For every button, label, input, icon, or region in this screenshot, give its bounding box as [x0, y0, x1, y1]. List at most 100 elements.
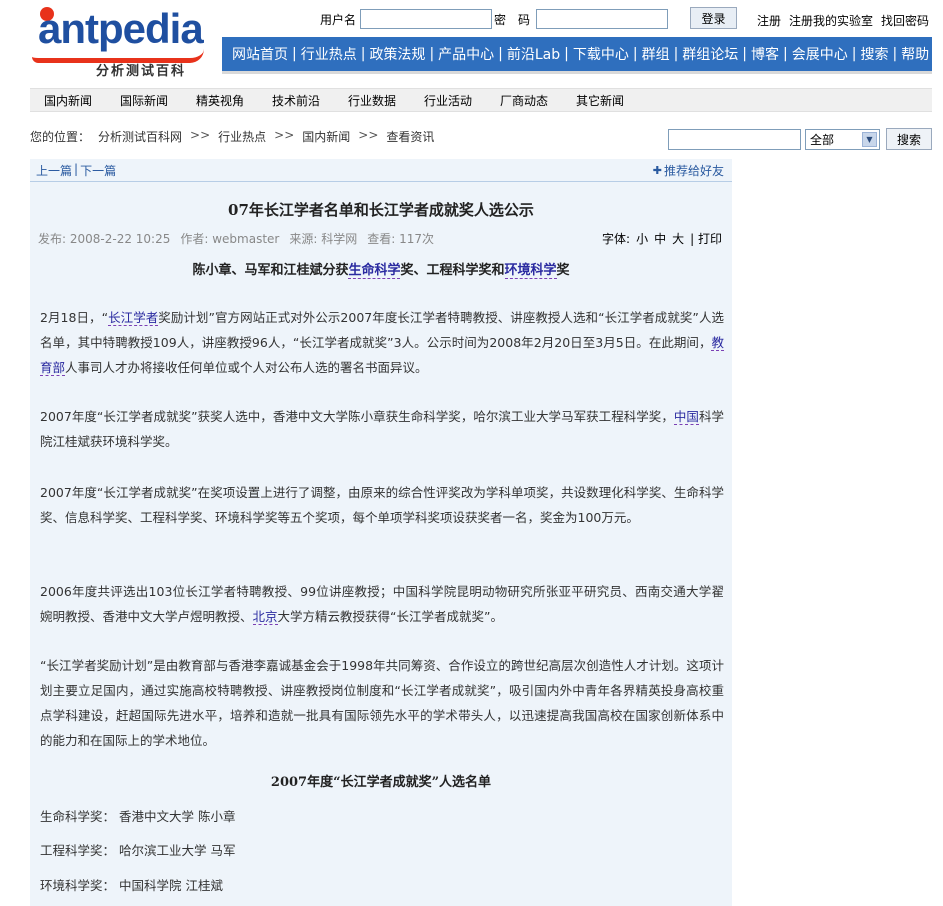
subnav-international-news[interactable]: 国际新闻 [120, 92, 196, 109]
article-title: 07年长江学者名单和长江学者成就奖人选公示 [228, 201, 534, 219]
keyword-link[interactable]: 北京 [252, 609, 278, 625]
search-bar: 全部 ▼ 搜索 [668, 128, 932, 150]
breadcrumb-item-industry[interactable]: 行业热点 [218, 128, 266, 145]
article-lead: 陈小章、马军和江桂斌分获生命科学奖、工程科学奖和环境科学奖 [30, 259, 732, 279]
main-nav: 网站首页 | 行业热点 | 政策法规 | 产品中心 | 前沿Lab | 下载中心 | 群组 |… [222, 37, 932, 74]
lead-text: 奖、工程科学奖和 [400, 263, 505, 278]
subnav-elite-view[interactable]: 精英视角 [196, 92, 272, 109]
antpedia-logo[interactable]: antpedia 分析测试百科 [30, 3, 210, 79]
article-nav-separator: | [74, 161, 79, 176]
chevron-down-icon: ▼ [862, 131, 877, 147]
nav-blog[interactable]: 博客 [751, 44, 779, 64]
top-links: 注册 注册我的实验室 找回密码 [757, 12, 929, 29]
winner-list-item: 工程科学奖： 哈尔滨工业大学 马军 [40, 843, 236, 858]
breadcrumb-separator: >> [358, 128, 379, 142]
sub-nav: 国内新闻 国际新闻 精英视角 技术前沿 行业数据 行业活动 厂商动态 其它新闻 [30, 88, 932, 112]
password-input[interactable] [536, 9, 669, 29]
keyword-link[interactable]: 环境科学 [504, 263, 557, 279]
keyword-link[interactable]: 生命科学 [348, 263, 401, 279]
subnav-tech-frontier[interactable]: 技术前沿 [272, 92, 348, 109]
font-large-button[interactable]: 大 [672, 230, 684, 247]
subnav-other-news[interactable]: 其它新闻 [576, 92, 652, 109]
nav-help[interactable]: 帮助 [901, 44, 929, 64]
article-paragraph: 2007年度“长江学者成就奖”在奖项设置上进行了调整，由原来的综合性评奖改为学科… [40, 485, 724, 525]
article-paragraph: 2006年度共评选出103位长江学者特聘教授、99位讲座教授；中国科学院昆明动物… [40, 579, 724, 629]
keyword-link[interactable]: 中国 [673, 409, 699, 425]
paragraph-text: 2月18日，“ [40, 310, 109, 325]
publish-date: 发布: 2008-2-22 10:25 [38, 232, 171, 246]
register-lab-link[interactable]: 注册我的实验室 [789, 12, 873, 29]
nav-industry-hot[interactable]: 行业热点 [301, 44, 357, 64]
subnav-vendor-news[interactable]: 厂商动态 [500, 92, 576, 109]
nav-separator: | [892, 46, 898, 62]
breadcrumb-item-home[interactable]: 分析测试百科网 [98, 128, 182, 145]
nav-separator: | [564, 46, 569, 62]
nav-separator: | [498, 46, 503, 62]
lead-text: 陈小章、马军和江桂斌分获 [192, 263, 349, 278]
nav-separator: | [360, 46, 366, 62]
font-controls: 字体: 小 中 大 | 打印 [602, 230, 722, 247]
next-article-link[interactable]: 下一篇 [80, 162, 116, 179]
source: 来源: 科学网 [289, 232, 358, 246]
breadcrumb-item-domestic[interactable]: 国内新闻 [302, 128, 350, 145]
search-category-value: 全部 [810, 132, 835, 147]
prev-article-link[interactable]: 上一篇 [36, 162, 72, 179]
breadcrumb: 您的位置： 分析测试百科网 >> 行业热点 >> 国内新闻 >> 查看资讯 [30, 128, 434, 145]
subnav-industry-events[interactable]: 行业活动 [424, 92, 500, 109]
breadcrumb-prefix: 您的位置： [30, 130, 91, 144]
search-button[interactable]: 搜索 [886, 128, 932, 150]
keyword-link[interactable]: 长江学者 [108, 310, 159, 326]
font-small-button[interactable]: 小 [636, 230, 648, 247]
password-label: 密 码 [494, 12, 531, 27]
login-form: 用户名 密 码 [320, 8, 669, 30]
nav-separator: | [429, 46, 435, 62]
register-link[interactable]: 注册 [757, 12, 781, 29]
nav-policy[interactable]: 政策法规 [369, 44, 425, 64]
article-paragraph: “长江学者奖励计划”是由教育部与香港李嘉诚基金会于1998年共同筹资、合作设立的… [40, 658, 724, 748]
search-category-select[interactable]: 全部 ▼ [805, 128, 880, 150]
article-nav-bar: 上一篇 | 下一篇 ✚ 推荐给好友 [30, 159, 732, 182]
nav-separator: | [673, 46, 679, 62]
article-meta: 发布: 2008-2-22 10:25 作者: webmaster 来源: 科学… [38, 230, 434, 247]
winner-list-item: 环境科学奖： 中国科学院 江桂斌 [40, 878, 223, 893]
paragraph-text: 大学方精云教授获得“长江学者成就奖”。 [277, 609, 503, 624]
nav-separator: | [632, 46, 638, 62]
article-paragraph: 2月18日，“长江学者奖励计划”官方网站正式对外公示2007年度长江学者特聘教授… [40, 305, 724, 380]
paragraph-text: 人事司人才办将接收任何单位或个人对公布人选的署名书面异议。 [65, 360, 428, 375]
font-size-label: 字体: [602, 232, 631, 246]
nav-downloads[interactable]: 下载中心 [573, 44, 629, 64]
subnav-domestic-news[interactable]: 国内新闻 [44, 92, 120, 109]
logo-wordmark: antpedia [38, 5, 204, 52]
nav-search[interactable]: 搜索 [860, 44, 888, 64]
article-paragraph: 2007年度“长江学者成就奖”获奖人选中，香港中文大学陈小章获生命科学奖，哈尔滨… [40, 404, 724, 454]
subnav-industry-data[interactable]: 行业数据 [348, 92, 424, 109]
username-label: 用户名 [320, 12, 357, 27]
nav-frontier-lab[interactable]: 前沿Lab [507, 44, 560, 64]
breadcrumb-separator: >> [190, 128, 211, 142]
login-button[interactable]: 登录 [690, 7, 737, 29]
recover-password-link[interactable]: 找回密码 [881, 12, 929, 29]
recommend-label: 推荐给好友 [663, 163, 724, 178]
print-button[interactable]: | 打印 [690, 230, 722, 247]
nav-group-forum[interactable]: 群组论坛 [682, 44, 738, 64]
nav-exhibition[interactable]: 会展中心 [792, 44, 848, 64]
search-input[interactable] [668, 128, 801, 150]
nav-separator: | [851, 46, 857, 62]
paragraph-text: 2007年度“长江学者成就奖”获奖人选中，香港中文大学陈小章获生命科学奖，哈尔滨… [40, 409, 674, 424]
username-input[interactable] [360, 9, 493, 29]
winner-list-title: 2007年度“长江学者成就奖”人选名单 [270, 775, 492, 790]
breadcrumb-item-current: 查看资讯 [386, 130, 435, 144]
nav-separator: | [783, 46, 788, 62]
recommend-to-friend[interactable]: ✚ 推荐给好友 [653, 162, 724, 179]
winner-list-item: 生命科学奖： 香港中文大学 陈小章 [40, 809, 236, 824]
font-medium-button[interactable]: 中 [654, 230, 666, 247]
nav-home[interactable]: 网站首页 [232, 44, 288, 64]
nav-products[interactable]: 产品中心 [438, 44, 494, 64]
logo-subtitle: 分析测试百科 [96, 64, 187, 79]
breadcrumb-separator: >> [274, 128, 295, 142]
article-panel: 上一篇 | 下一篇 ✚ 推荐给好友 07年长江学者名单和长江学者成就奖人选公示 … [30, 159, 732, 906]
view-count: 查看: 117次 [367, 232, 434, 246]
nav-groups[interactable]: 群组 [642, 44, 670, 64]
nav-separator: | [292, 46, 297, 62]
nav-separator: | [742, 46, 748, 62]
